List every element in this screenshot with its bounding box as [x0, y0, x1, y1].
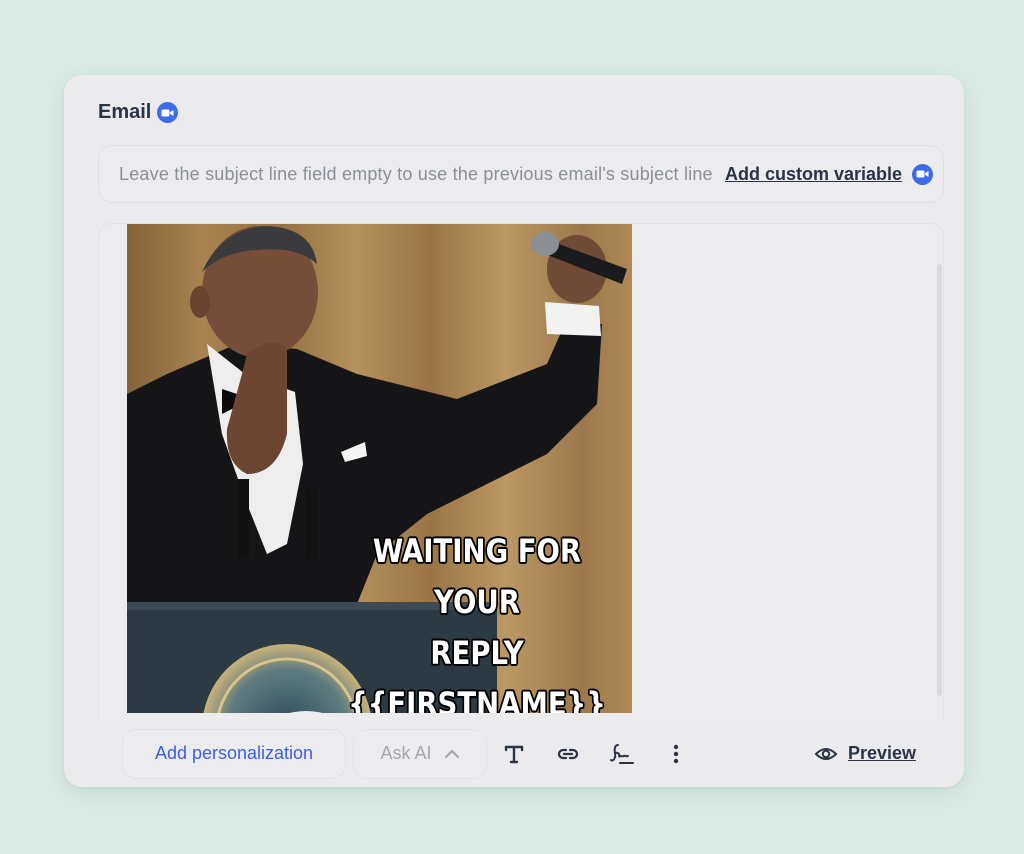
text-format-button[interactable]: [487, 734, 541, 774]
email-card-header: Email: [98, 101, 179, 124]
link-icon: [557, 748, 579, 759]
video-camera-icon[interactable]: [157, 102, 179, 123]
editor-toolbar: Add personalization Ask AI Preview: [98, 720, 944, 787]
email-card-title: Email: [98, 101, 152, 123]
meme-caption-line: {{FIRSTNAME}}: [348, 685, 606, 713]
add-personalization-button[interactable]: Add personalization: [122, 728, 346, 779]
ask-ai-button[interactable]: Ask AI: [353, 728, 487, 779]
meme-caption-line: WAITING FOR YOUR: [372, 532, 582, 621]
eye-icon: [814, 747, 838, 760]
preview-button[interactable]: Preview: [814, 743, 916, 764]
video-camera-icon[interactable]: [912, 163, 933, 185]
ask-ai-label: Ask AI: [380, 743, 432, 763]
meme-caption-line: REPLY: [430, 634, 524, 672]
signature-icon: [610, 743, 634, 764]
insert-signature-button[interactable]: [595, 734, 649, 774]
insert-link-button[interactable]: [541, 734, 595, 774]
subject-line-input[interactable]: [119, 163, 715, 185]
preview-label: Preview: [847, 743, 916, 763]
add-personalization-label: Add personalization: [154, 743, 314, 763]
more-vertical-icon: [673, 744, 679, 763]
add-custom-variable-link[interactable]: Add custom variable: [725, 164, 902, 185]
meme-image: WAITING FOR YOUR REPLY {{FIRSTNAME}}: [127, 224, 632, 713]
editor-scrollbar[interactable]: [937, 264, 942, 696]
chevron-up-icon: [444, 749, 459, 758]
email-body-editor[interactable]: WAITING FOR YOUR REPLY {{FIRSTNAME}}: [98, 223, 944, 787]
email-step-card: Email Add custom variable: [64, 75, 964, 787]
text-format-icon: [504, 745, 524, 763]
subject-line-field-row: Add custom variable: [98, 145, 944, 203]
more-options-button[interactable]: [649, 734, 703, 774]
meme-caption: WAITING FOR YOUR REPLY {{FIRSTNAME}}: [348, 526, 606, 713]
